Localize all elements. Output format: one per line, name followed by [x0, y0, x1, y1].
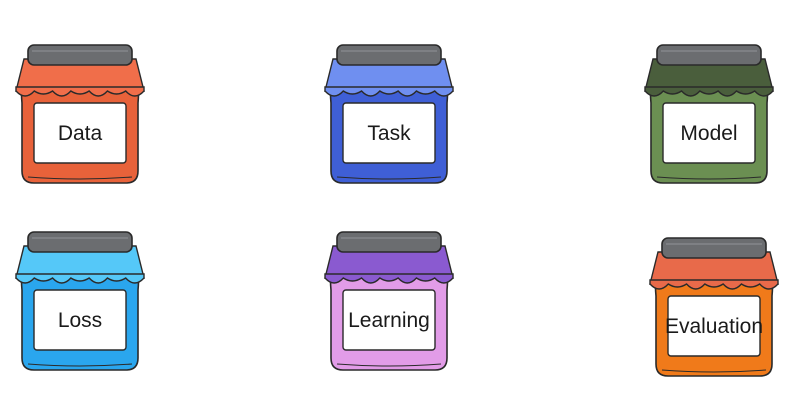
- jar-lid: [336, 44, 442, 66]
- jar-label-text: Model: [680, 122, 737, 145]
- jar-lid: [27, 231, 133, 253]
- jar-label-text: Learning: [348, 309, 430, 332]
- jar-label-text: Task: [367, 122, 411, 145]
- jar-lid: [336, 231, 442, 253]
- jar-task: Task: [324, 44, 454, 184]
- jar-label-text: Evaluation: [665, 315, 763, 338]
- jar-lid: [27, 44, 133, 66]
- jar-learning: Learning: [324, 231, 454, 371]
- jar-label-text: Data: [58, 122, 103, 145]
- jar-model: Model: [644, 44, 774, 184]
- jar-label-text: Loss: [58, 309, 102, 332]
- jar-diagram: Data Task Model Loss Learning Evaluation: [15, 44, 779, 377]
- jar-lid: [656, 44, 762, 66]
- jar-loss: Loss: [15, 231, 145, 371]
- jar-lid: [661, 237, 767, 259]
- jar-data: Data: [15, 44, 145, 184]
- jar-evaluation: Evaluation: [649, 237, 779, 377]
